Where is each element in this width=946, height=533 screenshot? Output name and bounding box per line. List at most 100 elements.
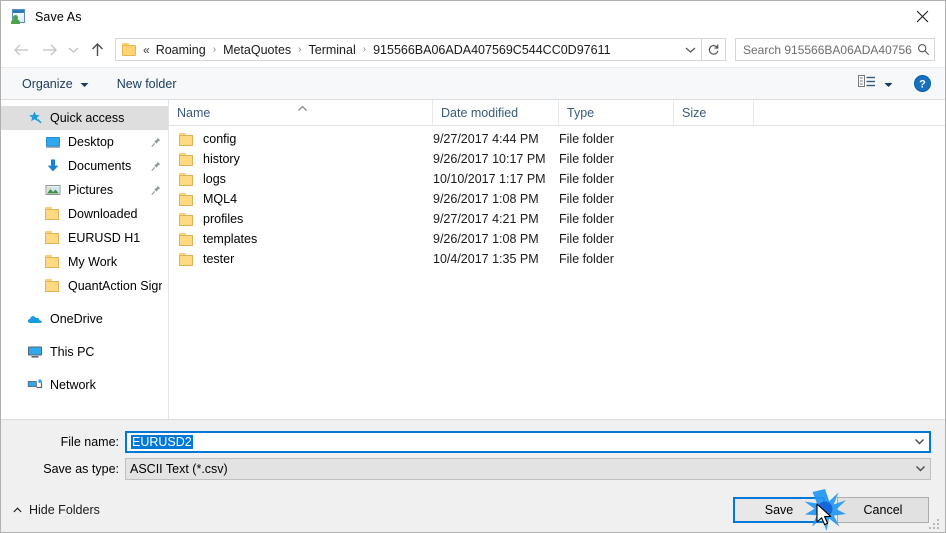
- table-row[interactable]: history 9/26/2017 10:17 PM File folder: [169, 149, 945, 169]
- table-row[interactable]: MQL4 9/26/2017 1:08 PM File folder: [169, 189, 945, 209]
- organize-button[interactable]: Organize: [15, 74, 96, 94]
- caret-up-icon: [13, 507, 22, 513]
- sidebar-item-my-work[interactable]: My Work: [1, 250, 168, 274]
- folder-icon: [179, 232, 195, 246]
- sidebar-item-label: Documents: [68, 159, 132, 173]
- hide-folders-label: Hide Folders: [29, 503, 100, 517]
- breadcrumb-separator[interactable]: ›: [363, 44, 366, 55]
- search-input[interactable]: Search 915566BA06ADA40756...: [736, 43, 912, 57]
- refresh-button[interactable]: [702, 39, 725, 60]
- breadcrumb-overflow[interactable]: «: [143, 43, 150, 57]
- arrow-right-icon: [42, 44, 57, 55]
- window-title: Save As: [35, 9, 82, 24]
- forward-button[interactable]: [35, 36, 63, 64]
- breadcrumb-item-1[interactable]: MetaQuotes: [222, 42, 292, 58]
- breadcrumb-item-3[interactable]: 915566BA06ADA407569C544CC0D97611: [372, 42, 611, 58]
- search-icon: [912, 43, 934, 56]
- file-name: tester: [203, 252, 235, 266]
- address-bar[interactable]: « Roaming › MetaQuotes › Terminal › 9155…: [115, 38, 726, 61]
- help-icon: ?: [914, 75, 931, 92]
- new-folder-label: New folder: [116, 76, 177, 91]
- column-header-type[interactable]: Type: [559, 100, 674, 125]
- table-row[interactable]: templates 9/26/2017 1:08 PM File folder: [169, 229, 945, 249]
- view-options-button[interactable]: [854, 71, 897, 97]
- pin-icon[interactable]: [150, 161, 162, 172]
- arrow-up-icon: [91, 42, 103, 56]
- file-name-cell: logs: [169, 172, 433, 186]
- save-as-icon: [11, 8, 27, 25]
- sidebar-item-pictures[interactable]: Pictures: [1, 178, 168, 202]
- save-as-type-label: Save as type:: [43, 461, 119, 476]
- breadcrumb-separator[interactable]: ›: [298, 44, 301, 55]
- documents-download-icon: [45, 158, 61, 174]
- sidebar-item-label: Quick access: [50, 111, 125, 125]
- folder-icon: [179, 132, 195, 146]
- file-type: File folder: [559, 252, 614, 266]
- chevron-down-icon: [68, 47, 78, 53]
- table-row[interactable]: tester 10/4/2017 1:35 PM File folder: [169, 249, 945, 269]
- chevron-down-icon: [915, 466, 925, 472]
- sidebar-item-onedrive[interactable]: OneDrive: [1, 307, 168, 331]
- save-as-type-dropdown-button[interactable]: [910, 465, 930, 472]
- sidebar-item-label: EURUSD H1: [68, 231, 141, 245]
- folder-icon: [179, 212, 195, 226]
- file-name-dropdown-button[interactable]: [909, 438, 929, 445]
- save-button[interactable]: Save: [733, 497, 825, 523]
- back-button[interactable]: [7, 36, 35, 64]
- file-type: File folder: [559, 132, 614, 146]
- dialog-body: Quick access Desktop Documents Pictures …: [1, 100, 945, 419]
- cancel-button[interactable]: Cancel: [837, 497, 929, 523]
- hide-folders-button[interactable]: Hide Folders: [13, 503, 100, 517]
- organize-label: Organize: [22, 76, 73, 91]
- file-name-cell: history: [169, 152, 433, 166]
- chevron-down-icon: [914, 439, 924, 445]
- sidebar-item-quick-access[interactable]: Quick access: [1, 106, 168, 130]
- breadcrumb-item-2[interactable]: Terminal: [308, 42, 357, 58]
- sidebar-item-eurusd-h1[interactable]: EURUSD H1: [1, 226, 168, 250]
- help-button[interactable]: ?: [914, 75, 931, 92]
- file-name-input[interactable]: EURUSD2: [125, 430, 931, 453]
- table-row[interactable]: logs 10/10/2017 1:17 PM File folder: [169, 169, 945, 189]
- sidebar-item-this-pc[interactable]: This PC: [1, 340, 168, 364]
- file-name-cell: config: [169, 132, 433, 146]
- up-button[interactable]: [83, 36, 111, 64]
- sidebar-item-network[interactable]: Network: [1, 373, 168, 397]
- save-as-type-row: Save as type: ASCII Text (*.csv): [1, 457, 945, 480]
- file-name-row: File name: EURUSD2: [1, 430, 945, 453]
- pin-icon[interactable]: [150, 137, 162, 148]
- sidebar-item-downloaded[interactable]: Downloaded: [1, 202, 168, 226]
- column-header-name[interactable]: Name: [169, 100, 433, 125]
- save-as-dialog: Save As « Roaming › MetaQuotes › Termina…: [0, 0, 946, 533]
- file-type: File folder: [559, 212, 614, 226]
- column-header-date-modified[interactable]: Date modified: [433, 100, 559, 125]
- file-name: profiles: [203, 212, 244, 226]
- file-date: 9/26/2017 1:08 PM: [433, 192, 539, 206]
- table-row[interactable]: profiles 9/27/2017 4:21 PM File folder: [169, 209, 945, 229]
- file-date: 9/27/2017 4:44 PM: [433, 132, 539, 146]
- breadcrumb-item-0[interactable]: Roaming: [155, 42, 207, 58]
- new-folder-button[interactable]: New folder: [110, 74, 184, 94]
- caret-down-icon: [884, 75, 893, 93]
- address-dropdown-button[interactable]: [679, 39, 701, 60]
- network-icon: [27, 377, 43, 393]
- file-type: File folder: [559, 192, 614, 206]
- file-name-value: EURUSD2: [131, 434, 193, 449]
- breadcrumb-separator[interactable]: ›: [213, 44, 216, 55]
- close-button[interactable]: [899, 1, 945, 32]
- sidebar-item-label: OneDrive: [50, 312, 103, 326]
- pin-icon[interactable]: [150, 185, 162, 196]
- sidebar-item-desktop[interactable]: Desktop: [1, 130, 168, 154]
- sidebar-item-quantaction-signal[interactable]: QuantAction Signal: [1, 274, 168, 298]
- resize-grip-icon[interactable]: [929, 517, 941, 529]
- caret-down-icon: [80, 77, 89, 91]
- save-as-type-select[interactable]: ASCII Text (*.csv): [125, 457, 931, 480]
- sidebar-item-label: Network: [50, 378, 96, 392]
- onedrive-cloud-icon: [27, 311, 43, 327]
- table-row[interactable]: config 9/27/2017 4:44 PM File folder: [169, 129, 945, 149]
- arrow-left-icon: [13, 44, 28, 55]
- sidebar-item-documents[interactable]: Documents: [1, 154, 168, 178]
- column-header-size[interactable]: Size: [674, 100, 754, 125]
- search-box[interactable]: Search 915566BA06ADA40756...: [735, 38, 935, 61]
- recent-locations-button[interactable]: [63, 36, 83, 64]
